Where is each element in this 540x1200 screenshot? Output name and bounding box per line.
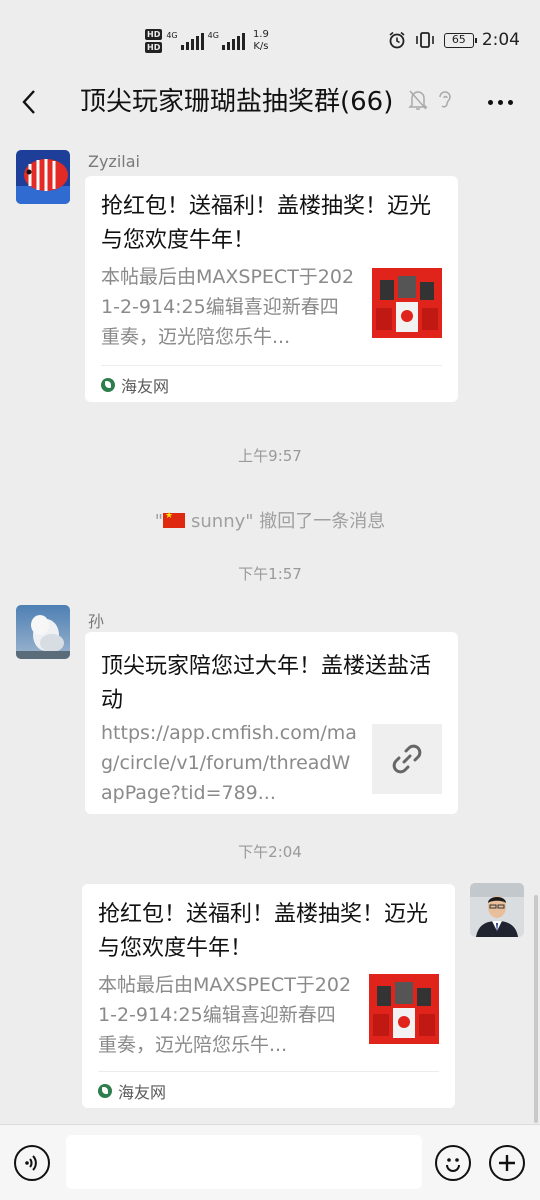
scrollbar[interactable]	[534, 895, 538, 1123]
ear-icon	[439, 91, 451, 108]
mute-bell-icon	[408, 90, 428, 110]
avatar[interactable]	[16, 150, 70, 204]
source-name: 海友网	[121, 377, 170, 396]
recaller-name[interactable]: sunny	[191, 511, 245, 532]
status-right: 65 2:04	[388, 28, 520, 52]
card-source: 海友网	[98, 1079, 166, 1103]
card-title: 抢红包！送福利！盖楼抽奖！迈光与您欢度牛年！	[98, 902, 429, 961]
voice-icon	[25, 1155, 37, 1171]
link-icon	[392, 744, 422, 774]
message-input[interactable]	[66, 1135, 422, 1189]
emoji-button[interactable]	[435, 1145, 471, 1181]
vibrate-icon	[416, 32, 434, 48]
status-bar: HD HD 4G 4G 1.9 K/s 65 2:04	[0, 0, 540, 80]
status-left: HD HD 4G 4G 1.9 K/s	[145, 24, 269, 58]
avatar[interactable]	[16, 605, 70, 659]
card-description: 本帖最后由MAXSPECT于2021-2-914:25编辑喜迎新春四重奏，迈光陪…	[101, 266, 355, 348]
chat-header: 顶尖玩家珊瑚盐抽奖群(66)	[0, 80, 540, 124]
alarm-icon	[389, 31, 405, 49]
emoji-icon	[446, 1158, 460, 1172]
source-logo-icon	[98, 1084, 112, 1098]
divider	[101, 365, 442, 366]
more-icon	[487, 99, 493, 105]
plus-icon	[499, 1155, 515, 1171]
signal-icon: 4G	[166, 32, 204, 50]
card-description: 本帖最后由MAXSPECT于2021-2-914:25编辑喜迎新春四重奏，迈光陪…	[98, 974, 352, 1056]
chat-title: 顶尖玩家珊瑚盐抽奖群(66)	[80, 87, 394, 117]
card-title: 顶尖玩家陪您过大年！盖楼送盐活动	[101, 654, 432, 713]
china-flag-icon	[163, 511, 185, 528]
card-thumbnail	[372, 268, 442, 338]
clock: 2:04	[481, 30, 520, 50]
link-card[interactable]: 抢红包！送福利！盖楼抽奖！迈光与您欢度牛年！ 本帖最后由MAXSPECT于202…	[85, 176, 458, 402]
link-card[interactable]: 顶尖玩家陪您过大年！盖楼送盐活动 https://app.cmfish.com/…	[85, 632, 458, 814]
back-button[interactable]	[14, 82, 44, 122]
card-thumbnail	[369, 974, 439, 1044]
input-bar	[0, 1124, 540, 1200]
divider	[98, 1071, 439, 1072]
signal-icon: 4G	[208, 32, 245, 50]
battery-icon: 65	[443, 32, 477, 48]
card-description: https://app.cmfish.com/mag/circle/v1/for…	[101, 722, 357, 804]
back-icon	[22, 90, 35, 114]
hd-badge: HD	[145, 42, 163, 53]
plus-button[interactable]	[489, 1145, 525, 1181]
timestamp: 上午9:57	[238, 447, 302, 465]
timestamp: 下午2:04	[238, 843, 302, 861]
voice-button[interactable]	[14, 1145, 50, 1181]
network-speed: 1.9 K/s	[252, 29, 269, 52]
recall-notice: "sunny" 撤回了一条消息	[0, 507, 540, 533]
timestamp: 下午1:57	[238, 565, 302, 583]
source-logo-icon	[101, 378, 115, 392]
card-thumbnail	[372, 724, 442, 794]
sender-name: Zyzilai	[88, 152, 140, 171]
source-name: 海友网	[118, 1083, 167, 1102]
link-card[interactable]: 抢红包！送福利！盖楼抽奖！迈光与您欢度牛年！ 本帖最后由MAXSPECT于202…	[82, 884, 455, 1108]
sender-name: 孙	[88, 612, 105, 631]
chat-status-icons	[408, 88, 454, 112]
card-title: 抢红包！送福利！盖楼抽奖！迈光与您欢度牛年！	[101, 194, 432, 253]
my-avatar[interactable]	[470, 883, 524, 937]
more-button[interactable]	[480, 86, 520, 118]
hd-indicators: HD HD	[145, 29, 163, 53]
hd-badge: HD	[145, 29, 163, 40]
card-source: 海友网	[101, 373, 169, 397]
